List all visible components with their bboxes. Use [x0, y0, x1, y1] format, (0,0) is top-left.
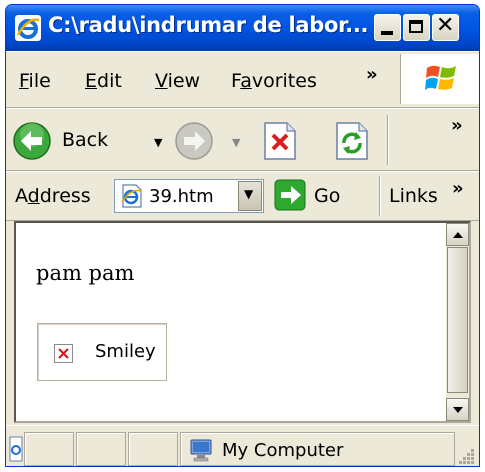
toolbar-overflow-chevron[interactable]: » — [451, 115, 463, 136]
status-zone-text: My Computer — [222, 440, 344, 461]
address-dropdown-button[interactable]: ▼ — [238, 181, 262, 211]
go-arrow-icon[interactable] — [274, 179, 306, 211]
scroll-up-button[interactable] — [446, 223, 469, 246]
address-separator — [379, 176, 380, 216]
resize-grip-icon[interactable] — [457, 447, 475, 465]
menu-view-accel: V — [155, 70, 168, 92]
menu-edit-rest: dit — [97, 70, 122, 92]
menu-file-rest: ile — [28, 70, 51, 92]
status-bar: My Computer — [6, 425, 479, 466]
links-overflow-chevron[interactable]: » — [452, 178, 464, 199]
menu-bar: File Edit View Favorites » — [6, 51, 479, 108]
menu-file[interactable]: File — [19, 70, 51, 92]
standard-toolbar: Back ▼ ▼ » — [6, 108, 479, 171]
title-bar[interactable]: C:\radu\indrumar de labor... ✕ — [6, 5, 479, 51]
address-input[interactable]: 39.htm ▼ — [114, 179, 264, 213]
menu-favorites[interactable]: Favorites — [231, 70, 317, 92]
address-label: Address — [15, 185, 91, 207]
vertical-scrollbar[interactable] — [446, 223, 469, 421]
window-title: C:\radu\indrumar de labor... — [48, 13, 369, 37]
minimize-icon — [381, 31, 393, 35]
close-button[interactable]: ✕ — [432, 13, 459, 41]
maximize-button[interactable] — [403, 14, 430, 41]
address-label-pre: A — [15, 185, 28, 207]
menu-view[interactable]: View — [155, 70, 200, 92]
back-arrow-icon[interactable] — [12, 121, 52, 161]
page-icon — [121, 184, 142, 208]
scroll-up-arrow-icon — [453, 232, 463, 238]
menu-edit[interactable]: Edit — [85, 70, 122, 92]
browser-window: C:\radu\indrumar de labor... ✕ File Edit… — [5, 4, 480, 467]
go-button[interactable]: Go — [314, 185, 340, 207]
stop-icon[interactable] — [263, 121, 297, 161]
status-segment-3 — [128, 432, 178, 466]
image-alt-text: Smiley — [95, 341, 156, 362]
refresh-icon[interactable] — [335, 121, 369, 161]
broken-image-icon — [54, 344, 73, 363]
status-segment-1 — [24, 432, 74, 466]
menu-favorites-pre: F — [231, 70, 241, 92]
menu-file-accel: F — [19, 70, 29, 92]
links-button[interactable]: Links — [389, 185, 438, 207]
address-bar: Address 39.htm ▼ Go Links » — [6, 171, 479, 221]
scroll-thumb[interactable] — [447, 247, 468, 393]
address-value: 39.htm — [149, 186, 214, 207]
minimize-button[interactable] — [374, 14, 401, 41]
forward-arrow-icon[interactable] — [174, 121, 214, 161]
maximize-icon — [409, 20, 423, 33]
windows-logo-box — [400, 54, 479, 104]
address-label-accel: d — [27, 185, 40, 207]
forward-dropdown-icon[interactable]: ▼ — [232, 136, 240, 149]
scroll-down-arrow-icon — [453, 407, 463, 413]
chevron-down-icon: ▼ — [244, 187, 254, 201]
broken-image-placeholder: Smiley — [37, 323, 167, 381]
page-status-icon — [9, 436, 23, 462]
status-segment-2 — [76, 432, 126, 466]
address-label-rest: dress — [39, 185, 91, 207]
back-label[interactable]: Back — [62, 129, 108, 151]
menu-edit-accel: E — [85, 70, 98, 92]
back-dropdown-icon[interactable]: ▼ — [154, 136, 162, 149]
page-text: pam pam — [36, 261, 135, 285]
menu-overflow-chevron[interactable]: » — [366, 64, 378, 85]
page-content: pam pam Smiley — [14, 221, 471, 423]
toolbar-separator — [387, 115, 388, 165]
menu-favorites-rest: vorites — [251, 70, 317, 92]
menu-favorites-accel: a — [240, 70, 252, 92]
windows-logo-icon — [425, 65, 456, 90]
menu-view-rest: iew — [167, 70, 201, 92]
close-icon: ✕ — [436, 13, 455, 38]
ie-icon — [15, 15, 41, 41]
scroll-down-button[interactable] — [446, 398, 469, 421]
computer-icon — [190, 439, 212, 462]
